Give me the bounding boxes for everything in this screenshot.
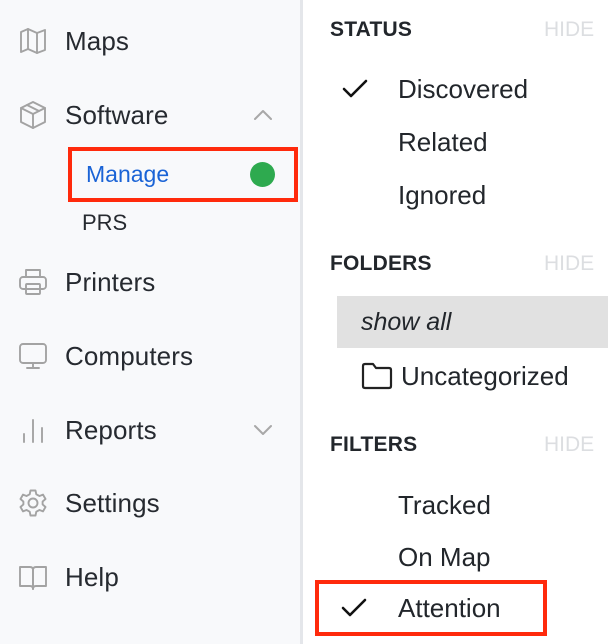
sidebar-subitem-manage[interactable]: Manage	[68, 147, 298, 202]
filters-section-header: FILTERS HIDE	[330, 430, 600, 460]
status-option-related[interactable]: Related	[330, 118, 600, 166]
sidebar: Maps Software Manage PRS Printers Comput…	[0, 0, 303, 644]
book-icon	[16, 560, 50, 594]
sidebar-subitem-label: PRS	[82, 210, 128, 235]
sidebar-subitem-prs[interactable]: PRS	[68, 198, 298, 248]
option-label: Related	[398, 126, 488, 157]
chevron-up-icon[interactable]	[250, 102, 276, 128]
section-title: FOLDERS	[330, 252, 432, 275]
package-icon	[16, 98, 50, 132]
checkmark-icon	[339, 593, 369, 623]
filter-panel: STATUS HIDE Discovered Related Ignored F…	[303, 0, 608, 644]
sidebar-item-reports[interactable]: Reports	[0, 405, 300, 455]
option-label: Attention	[398, 592, 501, 623]
folders-hide-button[interactable]: HIDE	[544, 252, 594, 276]
sidebar-item-settings[interactable]: Settings	[0, 478, 300, 528]
section-title: FILTERS	[330, 433, 418, 456]
chevron-down-icon[interactable]	[250, 417, 276, 443]
status-option-discovered[interactable]: Discovered	[330, 65, 600, 113]
sidebar-item-software[interactable]: Software	[0, 90, 300, 140]
section-title: STATUS	[330, 18, 413, 41]
sidebar-item-label: Reports	[65, 414, 157, 445]
sidebar-item-maps[interactable]: Maps	[0, 16, 300, 66]
filter-option-attention[interactable]: Attention	[315, 580, 547, 636]
sidebar-item-label: Software	[65, 99, 169, 130]
filter-option-tracked[interactable]: Tracked	[330, 481, 600, 529]
sidebar-item-label: Settings	[65, 487, 160, 518]
sidebar-item-help[interactable]: Help	[0, 552, 300, 602]
folders-section-header: FOLDERS HIDE	[330, 249, 600, 279]
option-label: Ignored	[398, 179, 487, 210]
monitor-icon	[16, 339, 50, 373]
gear-icon	[16, 486, 50, 520]
checkmark-icon	[340, 74, 370, 104]
option-label: Discovered	[398, 73, 529, 104]
option-label: On Map	[398, 541, 491, 572]
status-dot	[250, 162, 275, 187]
status-section-header: STATUS HIDE	[330, 15, 600, 45]
status-hide-button[interactable]: HIDE	[544, 18, 594, 42]
filters-hide-button[interactable]: HIDE	[544, 433, 594, 457]
folder-show-all[interactable]: show all	[337, 296, 608, 348]
bar-chart-icon	[16, 413, 50, 447]
status-option-ignored[interactable]: Ignored	[330, 171, 600, 219]
folder-item-uncategorized[interactable]: Uncategorized	[337, 350, 608, 402]
sidebar-item-label: Help	[65, 561, 119, 592]
show-all-label: show all	[361, 307, 452, 336]
sidebar-item-printers[interactable]: Printers	[0, 257, 300, 307]
sidebar-subitem-label: Manage	[86, 161, 170, 187]
sidebar-item-label: Computers	[65, 340, 194, 371]
map-icon	[16, 24, 50, 58]
option-label: Tracked	[398, 489, 491, 520]
folder-label: Uncategorized	[401, 360, 569, 391]
folder-icon	[361, 362, 393, 390]
sidebar-item-label: Maps	[65, 25, 129, 56]
sidebar-item-label: Printers	[65, 266, 156, 297]
filter-option-on-map[interactable]: On Map	[330, 533, 600, 581]
printer-icon	[16, 265, 50, 299]
sidebar-item-computers[interactable]: Computers	[0, 331, 300, 381]
